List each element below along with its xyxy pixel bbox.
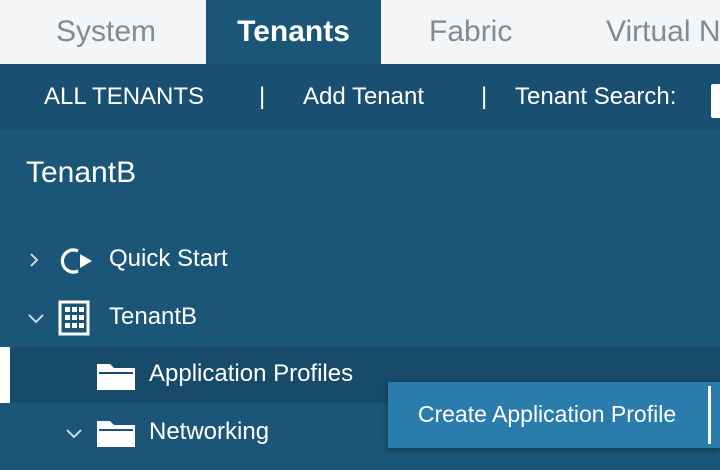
tenant-title: TenantB — [26, 156, 137, 189]
quick-start-icon — [60, 248, 92, 274]
sub-navigation: ALL TENANTS | Add Tenant | Tenant Search… — [0, 64, 720, 130]
tab-tenants[interactable]: Tenants — [206, 0, 381, 64]
folder-icon — [97, 364, 135, 390]
tenant-search-input[interactable] — [711, 84, 720, 118]
tab-virtual-networking[interactable]: Virtual N — [606, 0, 720, 64]
chevron-right-icon[interactable] — [24, 250, 44, 270]
tab-system[interactable]: System — [56, 0, 156, 64]
context-popup: Create Application Profile — [388, 382, 720, 448]
top-tab-bar: System Tenants Fabric Virtual N — [0, 0, 720, 64]
subnav-separator: | — [259, 83, 266, 110]
add-tenant-link[interactable]: Add Tenant — [303, 64, 424, 130]
tree-item-label: Networking — [149, 418, 270, 445]
create-application-profile-button[interactable]: Create Application Profile — [388, 382, 706, 448]
folder-icon — [97, 421, 135, 447]
tree-item-quick-start[interactable]: Quick Start — [0, 232, 720, 288]
popup-divider — [708, 386, 711, 444]
subnav-separator: | — [481, 83, 488, 110]
building-icon — [58, 300, 90, 336]
tenant-search-label: Tenant Search: — [515, 83, 677, 110]
selection-indicator — [0, 347, 10, 403]
chevron-down-icon[interactable] — [26, 308, 46, 328]
tab-fabric[interactable]: Fabric — [429, 0, 512, 64]
chevron-down-icon[interactable] — [64, 423, 84, 443]
all-tenants-link[interactable]: ALL TENANTS — [44, 64, 204, 130]
tree-item-label: Quick Start — [109, 245, 228, 272]
tree-item-tenantb[interactable]: TenantB — [0, 290, 720, 346]
tree-item-label: Application Profiles — [149, 360, 354, 387]
tree-item-label: TenantB — [109, 303, 198, 330]
